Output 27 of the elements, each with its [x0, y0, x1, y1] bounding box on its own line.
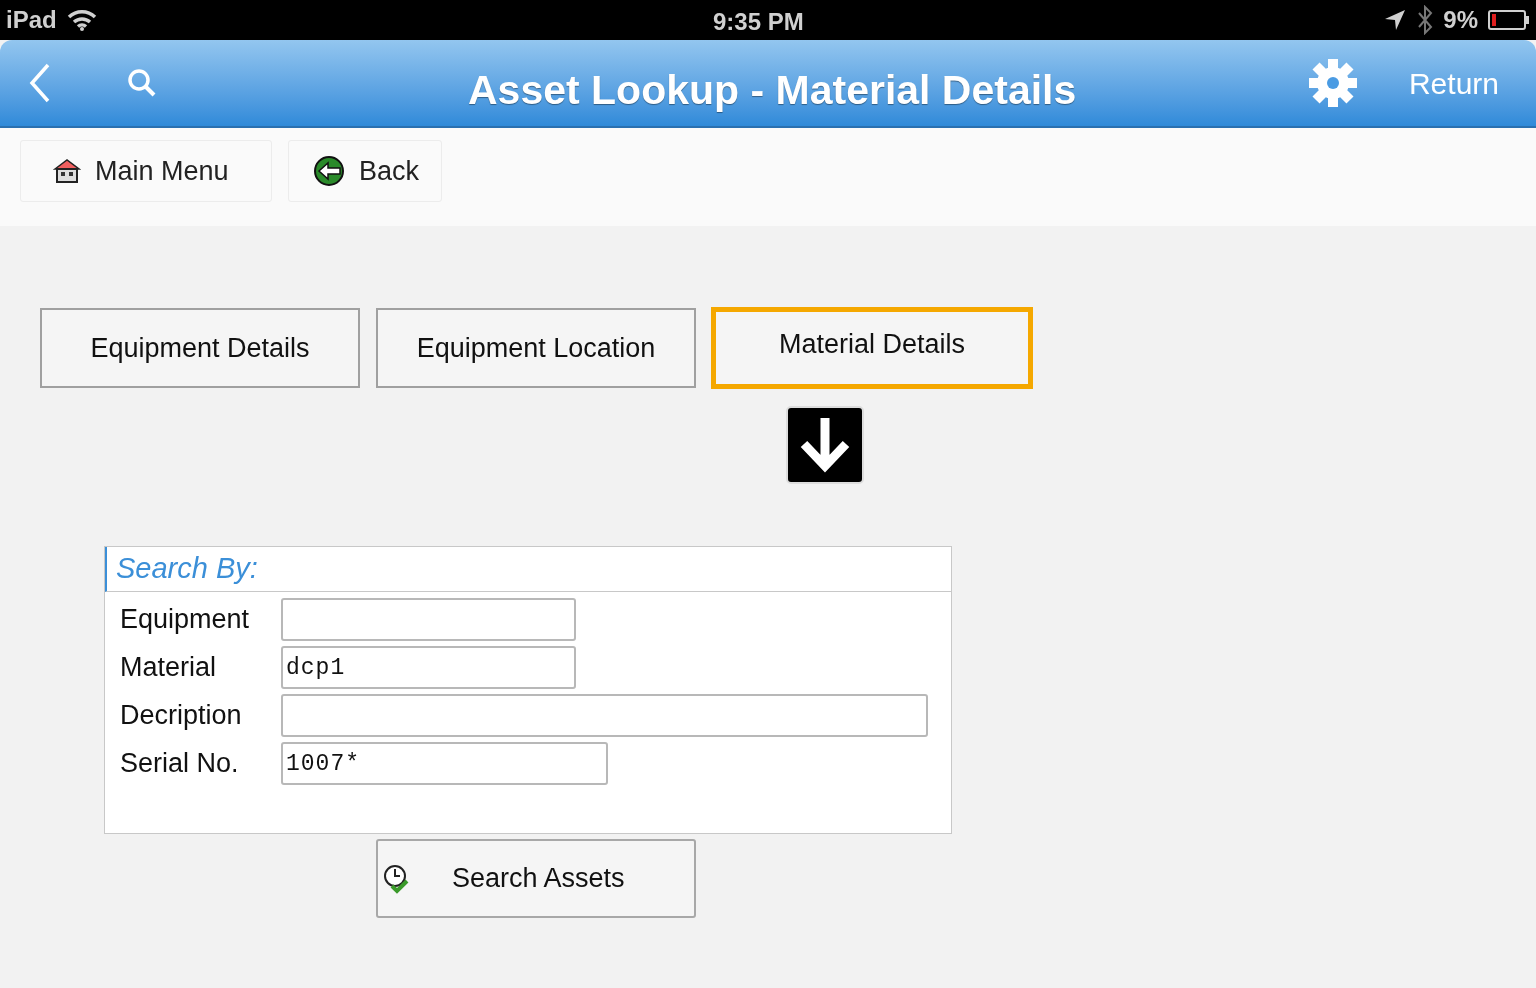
section-tab[interactable]: Material Details — [712, 308, 1032, 388]
section-tab[interactable]: Equipment Details — [40, 308, 360, 388]
screen-title: Asset Lookup - Material Details — [468, 66, 1077, 115]
wifi-icon — [66, 9, 97, 31]
search-assets-button[interactable]: Search Assets — [376, 839, 696, 918]
field-label: Material — [119, 651, 218, 685]
back-arrow-globe-icon — [313, 155, 345, 187]
field-label: Equipment — [119, 603, 251, 637]
toolbar-button[interactable]: Main Menu — [20, 140, 272, 202]
section-tab[interactable]: Equipment Location — [376, 308, 696, 388]
input-field[interactable] — [281, 598, 576, 641]
location-arrow-icon — [1383, 8, 1408, 32]
panel-title: Search By: — [116, 551, 258, 587]
field-label: Serial No. — [119, 747, 240, 781]
battery-percent: 9% — [1443, 5, 1478, 35]
carrier-label: iPad — [6, 5, 57, 35]
search-button[interactable] — [126, 67, 158, 99]
bluetooth-icon — [1417, 5, 1434, 35]
battery-icon — [1488, 10, 1530, 30]
input-field[interactable]: dcp1 — [281, 646, 576, 689]
input-field[interactable] — [281, 694, 928, 737]
toolbar-button[interactable]: Back — [288, 140, 442, 202]
house-icon — [53, 158, 81, 184]
field-label: Decription — [119, 699, 243, 733]
input-field[interactable]: 1007* — [281, 742, 608, 785]
clock-time: 9:35 PM — [713, 7, 804, 37]
settings-button[interactable] — [1306, 57, 1359, 109]
